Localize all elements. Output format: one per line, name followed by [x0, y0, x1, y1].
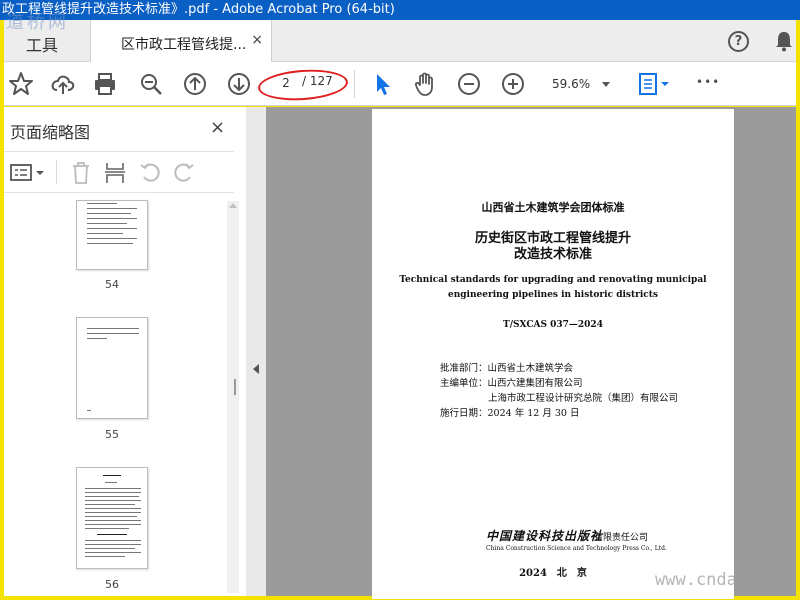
watermark-url: www.cnda	[655, 570, 737, 590]
panel-divider	[56, 160, 57, 184]
previous-page-icon[interactable]	[182, 71, 208, 97]
thumbnail-label: 55	[105, 428, 119, 441]
doc-english-title-line2: engineering pipelines in historic distri…	[447, 290, 658, 300]
thumbnail-scrollbar[interactable]	[227, 201, 239, 593]
star-icon[interactable]	[8, 71, 34, 97]
toolbar-divider	[354, 70, 355, 98]
trash-icon[interactable]	[70, 161, 92, 185]
page-thumbnail-56[interactable]	[76, 467, 148, 569]
watermark-logo: 道桥网	[6, 12, 69, 33]
page-thumbnail-54[interactable]	[76, 200, 148, 270]
options-menu-icon[interactable]	[10, 162, 46, 184]
tab-document[interactable]: 区市政工程管线提... ×	[90, 20, 272, 63]
pdf-page: 山西省土木建筑学会团体标准 历史街区市政工程管线提升 改造技术标准 Techni…	[372, 109, 734, 599]
doc-approved-by: 批准部门：山西省土木建筑学会	[440, 363, 574, 374]
zoom-search-icon[interactable]	[138, 71, 164, 97]
page-fit-icon[interactable]	[636, 71, 670, 97]
panel-resize-handle[interactable]	[234, 379, 236, 395]
zoom-level-select[interactable]: 59.6%	[544, 72, 624, 96]
panel-title: 页面缩略图	[10, 123, 91, 142]
thumbnail-label: 56	[105, 578, 119, 591]
collapse-arrow-icon[interactable]	[253, 364, 259, 374]
document-tab-label: 区市政工程管线提...	[121, 37, 247, 53]
publisher-logo: 中国建设科技出版社	[486, 529, 604, 543]
next-page-icon[interactable]	[226, 71, 252, 97]
doc-english-title-line1: Technical standards for upgrading and re…	[399, 275, 707, 285]
rotate-right-icon[interactable]	[172, 161, 196, 185]
zoom-out-icon[interactable]	[456, 71, 482, 97]
zoom-in-icon[interactable]	[500, 71, 526, 97]
doc-effective-date: 施行日期：2024 年 12 月 30 日	[440, 408, 580, 419]
doc-standard-code: T/SXCAS 037—2024	[503, 320, 603, 330]
chevron-down-icon[interactable]	[602, 82, 610, 87]
main-toolbar: 2 / 127 59.6% •••	[4, 62, 796, 106]
tab-tools[interactable]: 工具	[26, 32, 58, 56]
publisher-suffix: 有限责任公司	[594, 533, 649, 543]
help-icon[interactable]: ?	[728, 31, 749, 52]
panel-collapse-strip[interactable]	[246, 107, 266, 596]
hand-tool-icon[interactable]	[412, 71, 438, 97]
page-thumbnail-55[interactable]	[76, 317, 148, 419]
panel-toolbar	[4, 151, 234, 193]
doc-chief-editor: 主编单位：山西六建集团有限公司	[440, 378, 583, 389]
extract-page-icon[interactable]	[104, 161, 126, 185]
thumbnail-label: 54	[105, 278, 119, 291]
select-cursor-icon[interactable]	[370, 71, 396, 97]
close-panel-icon[interactable]: ×	[210, 117, 225, 138]
scroll-up-icon[interactable]	[229, 203, 237, 208]
document-viewer[interactable]: 山西省土木建筑学会团体标准 历史街区市政工程管线提升 改造技术标准 Techni…	[266, 107, 796, 599]
publisher-english: China Construction Science and Technolog…	[486, 545, 667, 552]
rotate-left-icon[interactable]	[138, 161, 162, 185]
doc-title-line2: 改造技术标准	[513, 247, 592, 262]
more-tools-icon[interactable]: •••	[696, 75, 720, 89]
print-icon[interactable]	[92, 71, 118, 97]
tab-bar: 工具 区市政工程管线提... × ?	[4, 20, 796, 63]
annotation-ellipse	[257, 66, 349, 104]
window-title-bar: 政工程管线提升改造技术标准》.pdf - Adobe Acrobat Pro (…	[0, 0, 800, 20]
bell-icon[interactable]	[774, 30, 794, 52]
cloud-upload-icon[interactable]	[50, 71, 76, 97]
thumbnail-panel: 页面缩略图 × 54 55 56	[4, 107, 246, 596]
close-tab-icon[interactable]: ×	[251, 32, 263, 48]
doc-co-editor: 上海市政工程设计研究总院（集团）有限公司	[488, 393, 679, 404]
doc-organization: 山西省土木建筑学会团体标准	[481, 201, 625, 214]
